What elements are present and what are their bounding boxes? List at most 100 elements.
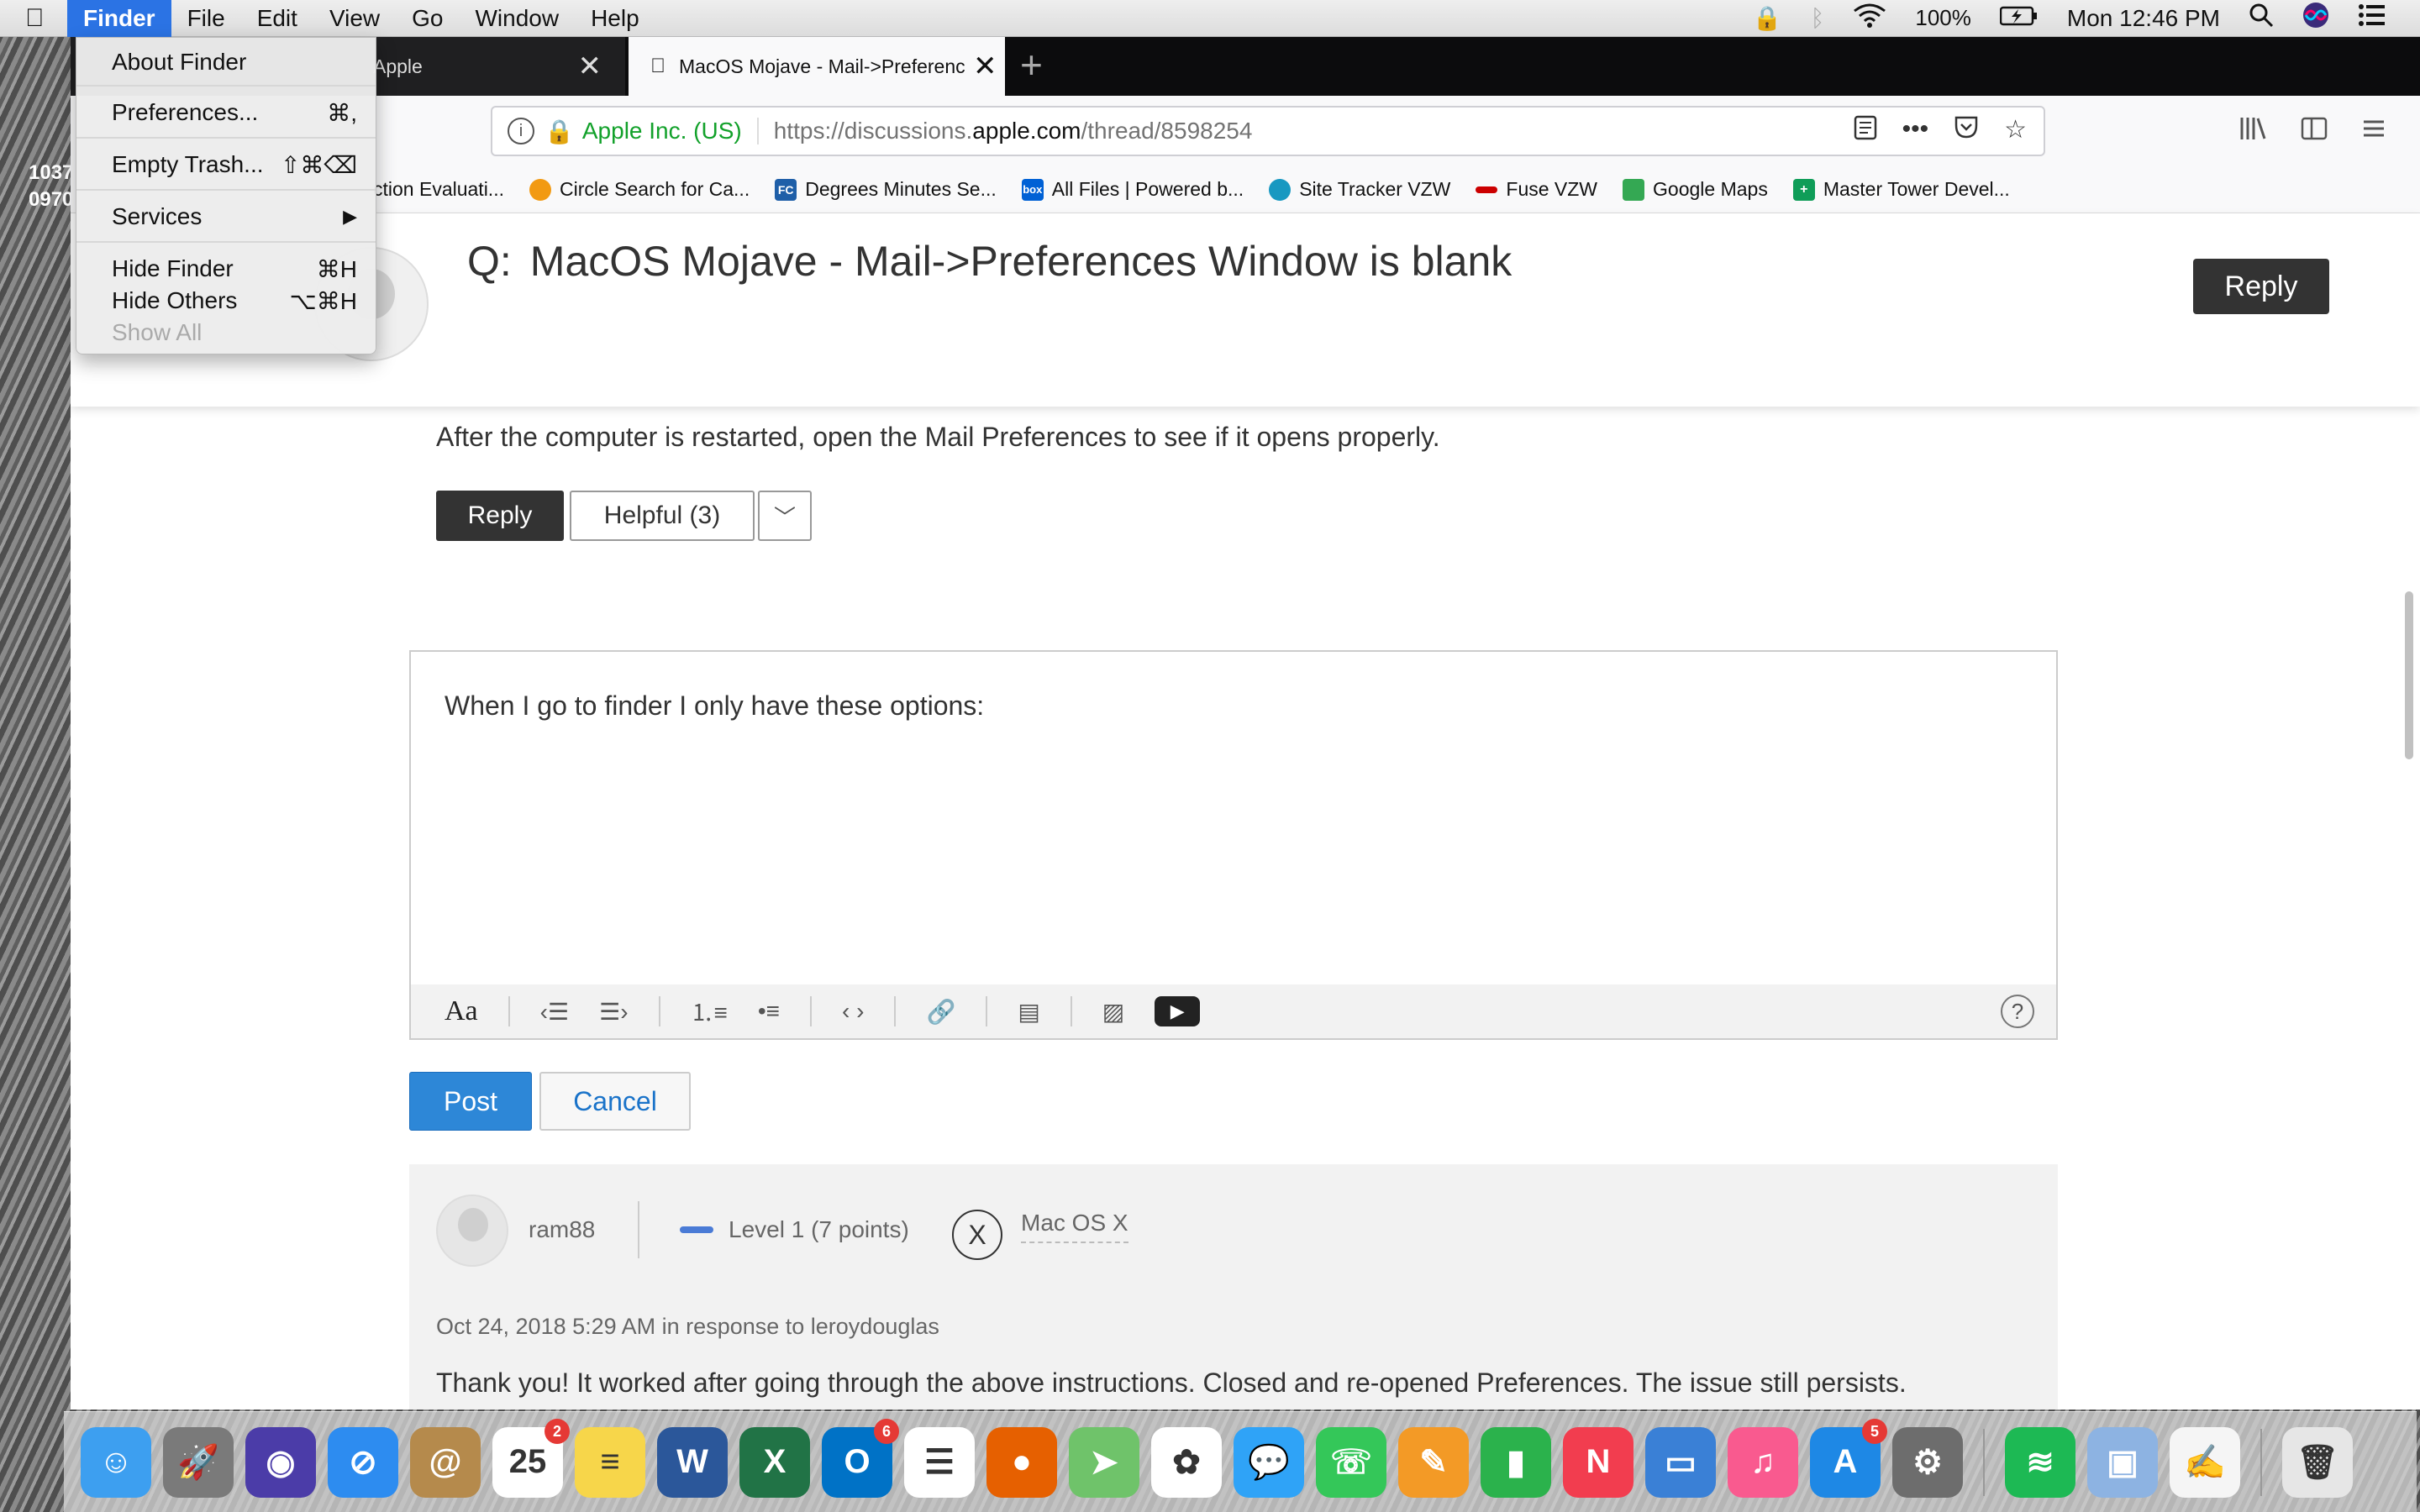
indent-icon[interactable]: ☰› (599, 998, 628, 1026)
bookmark-item[interactable]: + Master Tower Devel... (1792, 178, 2010, 201)
secure-lock-icon[interactable]: 🔒 (544, 118, 574, 145)
menu-finder[interactable]: Finder (67, 0, 171, 37)
dock-keynote-icon[interactable]: ▭ (1645, 1426, 1716, 1498)
siri-icon[interactable] (2302, 2, 2329, 34)
tab-title: MacOS Mojave - Mail->Preferences Window … (664, 55, 965, 77)
certificate-org[interactable]: Apple Inc. (US) (582, 118, 759, 144)
menu-view[interactable]: View (313, 0, 396, 37)
bookmark-star-icon[interactable]: ☆ (2004, 115, 2027, 147)
code-icon[interactable]: ‹ › (842, 998, 864, 1025)
new-tab-plus-icon[interactable]: + (1020, 42, 1043, 87)
menu-item-about-finder[interactable]: About Finder (76, 46, 376, 78)
menu-go[interactable]: Go (396, 0, 459, 37)
menu-window[interactable]: Window (459, 0, 575, 37)
sidebar-toggle-icon[interactable] (2301, 116, 2328, 148)
avatar[interactable] (436, 1194, 508, 1267)
site-info-icon[interactable]: i (508, 118, 534, 144)
os-tag[interactable]: Mac OS X (1021, 1210, 1128, 1243)
helpful-button[interactable]: Helpful (3) (570, 491, 755, 541)
editor-text[interactable]: When I go to finder I only have these op… (445, 690, 984, 722)
dock-notes-icon[interactable]: ≡ (575, 1426, 645, 1498)
dock-safari-icon[interactable]: ⊘ (328, 1426, 398, 1498)
dock-facetime-icon[interactable]: ☏ (1316, 1426, 1386, 1498)
reply-editor[interactable]: When I go to finder I only have these op… (409, 650, 2058, 1040)
image-icon[interactable]: ▨ (1102, 998, 1124, 1026)
address-bar[interactable]: i 🔒 Apple Inc. (US) https://discussions.… (491, 106, 2045, 156)
library-icon[interactable] (2238, 116, 2267, 148)
close-tab-icon[interactable]: ✕ (973, 50, 997, 83)
bookmark-item[interactable]: Google Maps (1623, 178, 1768, 201)
menu-item-hide-finder[interactable]: Hide Finder ⌘H (76, 253, 376, 285)
dock-word-icon[interactable]: W (657, 1426, 728, 1498)
reply-answer-button[interactable]: Reply (436, 491, 564, 541)
pocket-icon[interactable] (1954, 115, 1979, 147)
dock-firefox-icon[interactable]: ● (986, 1426, 1057, 1498)
menu-item-services[interactable]: Services ▶ (76, 201, 376, 233)
menu-item-hide-others[interactable]: Hide Others ⌥⌘H (76, 285, 376, 317)
menu-separator (76, 241, 376, 243)
lock-icon[interactable]: 🔒 (1753, 4, 1782, 32)
clock[interactable]: Mon 12:46 PM (2067, 5, 2220, 32)
battery-icon[interactable] (1999, 5, 2039, 32)
bookmark-item[interactable]: FC Degrees Minutes Se... (775, 178, 997, 201)
video-icon[interactable]: ▶ (1155, 996, 1201, 1026)
bookmark-item[interactable]: Circle Search for Ca... (529, 178, 750, 201)
dock-finder-icon[interactable]: ☺ (81, 1426, 151, 1498)
bluetooth-icon[interactable]: ᛒ (1811, 5, 1825, 32)
cancel-button[interactable]: Cancel (539, 1072, 691, 1131)
bulleted-list-icon[interactable]: •≡ (758, 998, 780, 1025)
dock-photos-icon[interactable]: ✿ (1151, 1426, 1222, 1498)
post-button[interactable]: Post (409, 1072, 532, 1131)
link-icon[interactable]: 🔗 (926, 998, 955, 1026)
dock-messages-icon[interactable]: 💬 (1234, 1426, 1304, 1498)
more-options-chevron-icon[interactable]: ﹀ (758, 491, 812, 541)
menu-item-preferences[interactable]: Preferences... ⌘, (76, 97, 376, 129)
menu-file[interactable]: File (171, 0, 241, 37)
dock-itunes-icon[interactable]: ♫ (1728, 1426, 1798, 1498)
help-icon[interactable]: ? (2001, 995, 2034, 1028)
menu-help[interactable]: Help (575, 0, 655, 37)
reader-view-icon[interactable] (1854, 115, 1877, 147)
hamburger-menu-icon[interactable] (2361, 116, 2386, 148)
outdent-icon[interactable]: ‹☰ (540, 998, 569, 1026)
dock-numbers-icon[interactable]: ▮ (1481, 1426, 1551, 1498)
dock-trash-icon[interactable]: 🗑 (2282, 1426, 2353, 1498)
url-text[interactable]: https://discussions.apple.com/thread/859… (774, 118, 1253, 144)
notification-center-icon[interactable] (2358, 3, 2386, 33)
bookmark-item[interactable]: Site Tracker VZW (1269, 178, 1450, 201)
dock-preview-icon[interactable]: ▣ (2087, 1426, 2158, 1498)
dock-maps-icon[interactable]: ➤ (1069, 1426, 1139, 1498)
page-actions-icon[interactable]: ••• (1902, 115, 1929, 147)
dock-excel-icon[interactable]: X (739, 1426, 810, 1498)
bookmark-label: Google Maps (1653, 178, 1768, 200)
dock-textedit-icon[interactable]: ✍ (2170, 1426, 2240, 1498)
document-icon[interactable]: ▤ (1018, 998, 1039, 1026)
dock-news-icon[interactable]: N (1563, 1426, 1634, 1498)
dock-pages-icon[interactable]: ✎ (1398, 1426, 1469, 1498)
spotlight-search-icon[interactable] (2249, 3, 2274, 34)
tab-mojave-thread[interactable]:  MacOS Mojave - Mail->Preferences Windo… (629, 37, 1005, 96)
scrollbar[interactable] (2405, 591, 2413, 759)
desktop-text-line: 0970 (29, 188, 74, 211)
numbered-list-icon[interactable]: ⒈≡ (691, 995, 728, 1028)
text-format-icon[interactable]: Aa (445, 995, 478, 1027)
bookmark-item[interactable]: Fuse VZW (1476, 178, 1597, 201)
dock-outlook-icon[interactable]: O6 (822, 1418, 899, 1498)
close-tab-icon[interactable]: ✕ (578, 50, 602, 83)
dock-calendar-icon[interactable]: 25 2 (492, 1418, 570, 1498)
dock-launchpad-icon[interactable]: 🚀 (163, 1426, 234, 1498)
menu-item-empty-trash[interactable]: Empty Trash... ⇧⌘⌫ (76, 149, 376, 181)
dock-reminders-icon[interactable]: ☰ (904, 1426, 975, 1498)
dock-siri-icon[interactable]: ◉ (245, 1426, 316, 1498)
username-link[interactable]: ram88 (529, 1216, 595, 1243)
dock-spotify-icon[interactable]: ≋ (2005, 1426, 2075, 1498)
apple-menu-icon[interactable]:  (25, 4, 67, 33)
dock-system-preferences-icon[interactable]: ⚙ (1892, 1426, 1963, 1498)
reply-button[interactable]: Reply (2193, 259, 2329, 314)
wifi-icon[interactable] (1853, 3, 1886, 34)
menu-edit[interactable]: Edit (241, 0, 313, 37)
dock-contacts-icon[interactable]: @ (410, 1426, 481, 1498)
bookmark-item[interactable]: ction Evaluati... (373, 178, 504, 201)
bookmark-item[interactable]: box All Files | Powered b... (1021, 178, 1244, 201)
dock-app-store-icon[interactable]: A5 (1810, 1418, 1887, 1498)
